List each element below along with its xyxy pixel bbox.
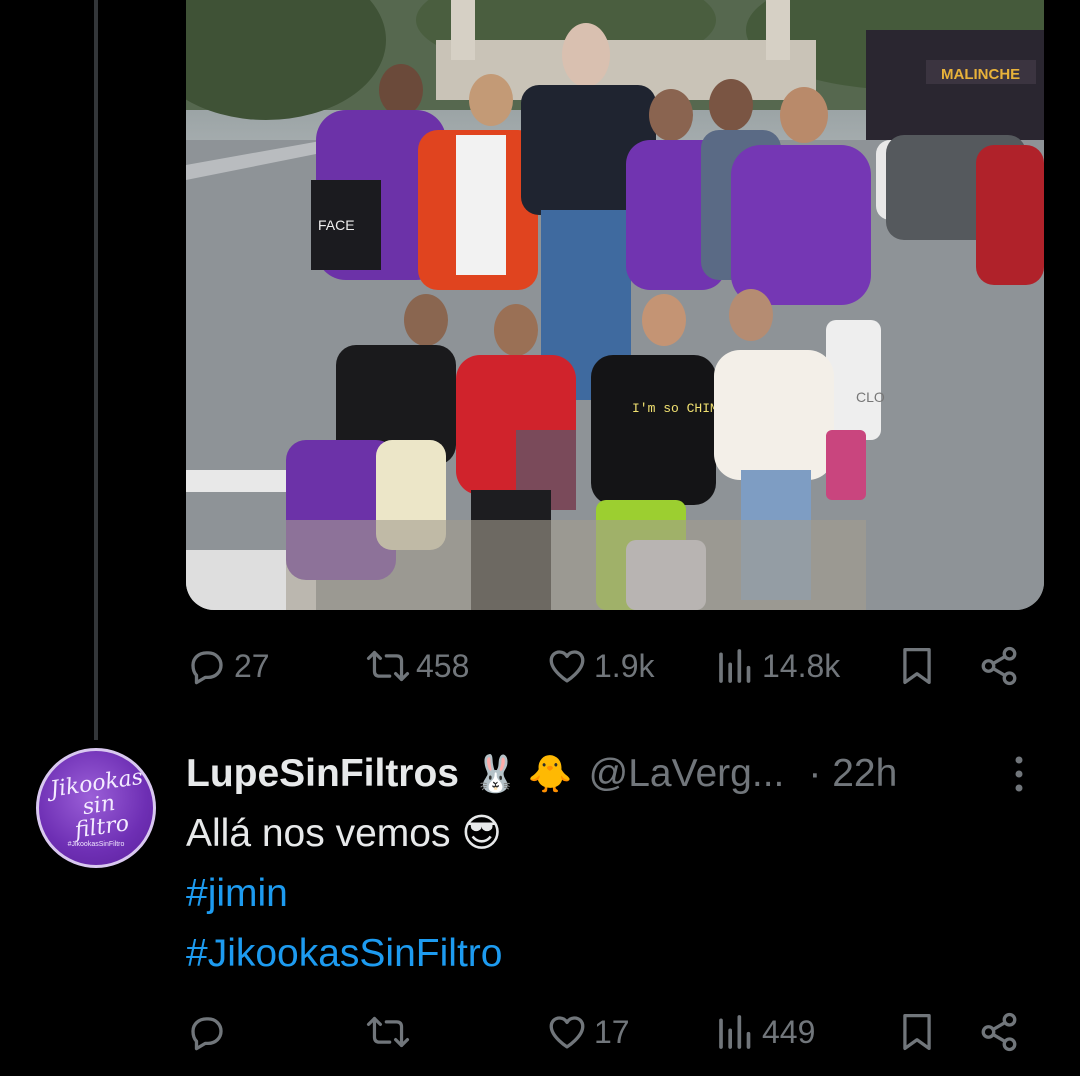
shopping-bag-text: CLO <box>856 389 885 405</box>
hashtag-link[interactable]: #jimin <box>186 864 1026 924</box>
more-vertical-icon <box>1015 756 1023 792</box>
view-count: 14.8k <box>762 647 841 684</box>
tweet2-header: LupeSinFiltros 🐰 🐥 @LaVerg... · 22h <box>186 744 897 804</box>
repost-icon <box>366 650 410 682</box>
like-button[interactable]: 1.9k <box>546 636 654 696</box>
analytics-icon <box>719 1015 751 1049</box>
name-emojis: 🐰 🐥 <box>473 753 573 794</box>
more-options-button[interactable] <box>1004 752 1034 796</box>
bus-sign-text: MALINCHE <box>941 66 1020 83</box>
repost-button[interactable]: 458 <box>366 636 469 696</box>
reply-button[interactable]: 27 <box>186 636 270 696</box>
share-button[interactable] <box>978 636 1020 696</box>
views-button[interactable]: 449 <box>716 1002 815 1062</box>
like-button[interactable]: 17 <box>546 1002 630 1062</box>
reply-count: 27 <box>234 647 270 684</box>
reply-button[interactable] <box>186 1002 234 1062</box>
avatar-small-text: #JikookasSinFiltro <box>67 841 125 848</box>
share-button[interactable] <box>978 1002 1020 1062</box>
tweet-body: Allá nos vemos 😎 #jimin #JikookasSinFilt… <box>186 804 1026 984</box>
views-button[interactable]: 14.8k <box>716 636 840 696</box>
repost-count: 458 <box>416 647 470 684</box>
analytics-icon <box>719 649 751 683</box>
reply-icon <box>191 651 223 685</box>
display-name[interactable]: LupeSinFiltros <box>186 752 459 796</box>
bookmark-button[interactable] <box>898 636 936 696</box>
avatar-logo-text: Jikookas sin filtro <box>48 764 145 844</box>
share-icon <box>981 1012 1017 1052</box>
reply-icon <box>191 1017 223 1051</box>
bookmark-button[interactable] <box>898 1002 936 1062</box>
avatar[interactable]: Jikookas sin filtro #JikookasSinFiltro <box>36 748 156 868</box>
tweet-text: Allá nos vemos 😎 <box>186 812 502 855</box>
user-handle[interactable]: @LaVerg... <box>589 752 785 796</box>
repost-button[interactable] <box>366 1002 416 1062</box>
timestamp[interactable]: · 22h <box>808 752 897 796</box>
tweet2-action-bar: 17 449 <box>186 1002 1044 1062</box>
heart-icon <box>549 650 585 683</box>
view-count: 449 <box>762 1013 816 1050</box>
share-icon <box>981 646 1017 686</box>
thread-connector-line <box>94 0 98 740</box>
like-count: 1.9k <box>594 647 655 684</box>
like-count: 17 <box>594 1013 630 1050</box>
bookmark-icon <box>903 1013 931 1051</box>
repost-icon <box>366 1016 410 1048</box>
bookmark-icon <box>903 647 931 685</box>
bag-text: FACE <box>318 217 355 233</box>
heart-icon <box>549 1016 585 1049</box>
tweet-photo[interactable]: MALINCHE FACE CLO I'm so CHIMOLA <box>186 0 1044 610</box>
hashtag-link[interactable]: #JikookasSinFiltro <box>186 924 1026 984</box>
tweet1-action-bar: 27 458 1.9k 14.8k <box>186 636 1044 696</box>
